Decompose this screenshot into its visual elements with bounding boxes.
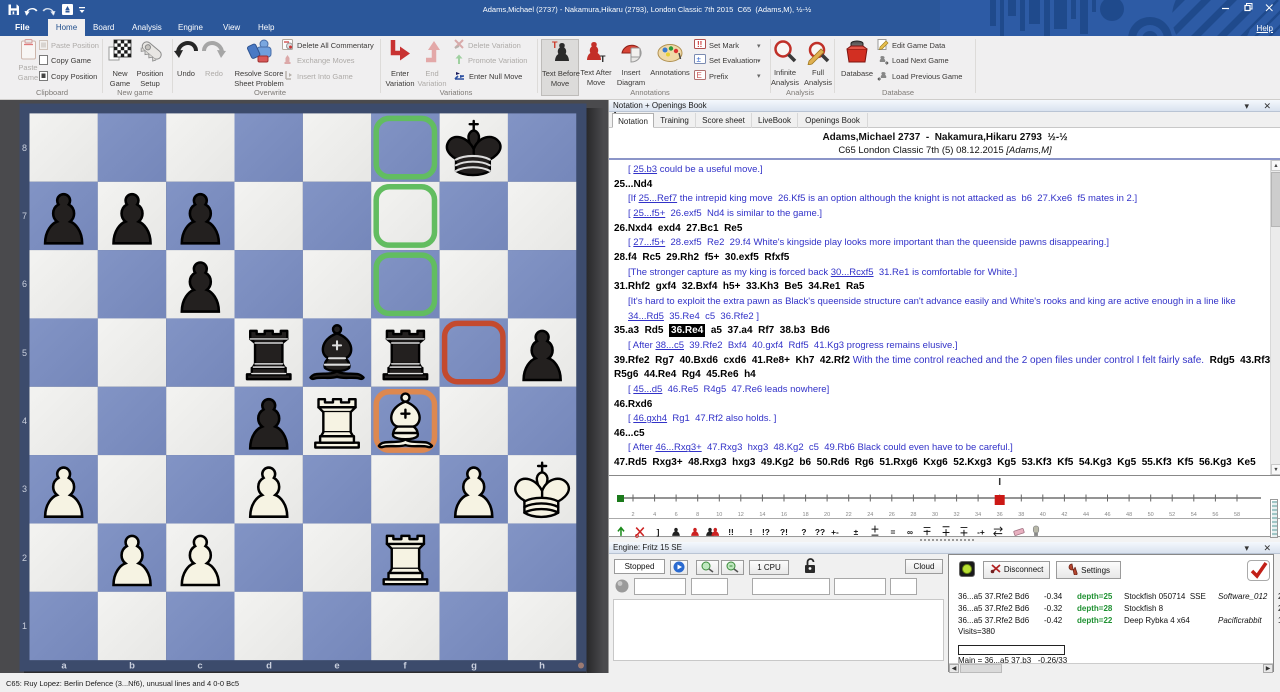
svg-text:b: b: [129, 661, 135, 672]
svg-text:!!: !!: [728, 527, 734, 537]
svg-text:c: c: [197, 661, 202, 672]
svg-text:!: !: [750, 527, 753, 537]
svg-text:3: 3: [22, 484, 27, 494]
svg-text:8: 8: [22, 143, 27, 153]
svg-text:±: ±: [697, 55, 702, 64]
svg-text:??: ??: [815, 527, 825, 537]
svg-text:a: a: [61, 661, 67, 672]
svg-text:∞: ∞: [907, 527, 913, 537]
svg-text:T: T: [552, 40, 558, 50]
svg-text:+-: +-: [831, 527, 839, 537]
svg-text:5: 5: [22, 348, 27, 358]
svg-text:6: 6: [22, 279, 27, 289]
svg-text:]: ]: [657, 527, 660, 537]
svg-text:?: ?: [801, 527, 806, 537]
svg-text:1: 1: [22, 621, 27, 631]
svg-text:E: E: [697, 71, 702, 80]
svg-text:T: T: [600, 54, 606, 64]
svg-text:2: 2: [22, 553, 27, 563]
svg-text:d: d: [266, 661, 272, 672]
svg-text:g: g: [471, 661, 477, 672]
svg-text:7: 7: [22, 211, 27, 221]
svg-text:e: e: [334, 661, 339, 672]
svg-text:!!: !!: [697, 40, 702, 49]
svg-text:=: =: [891, 527, 896, 537]
svg-text:!?: !?: [762, 527, 770, 537]
svg-text:-+: -+: [977, 527, 985, 537]
svg-text:±: ±: [854, 527, 859, 537]
svg-text:h: h: [539, 661, 545, 672]
svg-text:4: 4: [22, 416, 27, 426]
svg-text:?!: ?!: [780, 527, 788, 537]
